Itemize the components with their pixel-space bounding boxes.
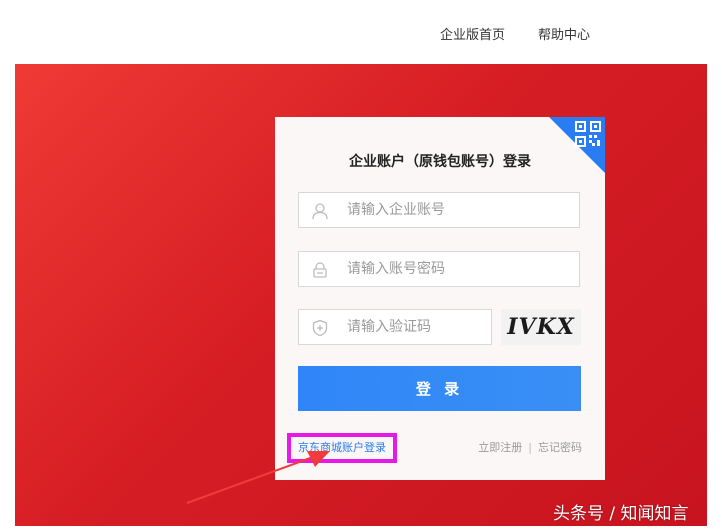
link-separator: | xyxy=(528,441,532,454)
register-link[interactable]: 立即注册 xyxy=(478,441,522,454)
captcha-input[interactable] xyxy=(347,310,482,344)
enterprise-home-link[interactable]: 企业版首页 xyxy=(440,24,505,43)
login-card: 企业账户（原钱包账号）登录 IVKX 登 录 京东商城账户登录 立即注册|忘记密… xyxy=(275,117,605,480)
account-input[interactable] xyxy=(347,193,567,227)
login-button[interactable]: 登 录 xyxy=(298,366,581,411)
lock-icon xyxy=(313,262,327,278)
account-field[interactable] xyxy=(298,192,580,228)
user-icon xyxy=(312,203,328,220)
help-center-link[interactable]: 帮助中心 xyxy=(538,24,590,43)
password-field[interactable] xyxy=(298,251,580,287)
login-title: 企业账户（原钱包账号）登录 xyxy=(349,154,531,170)
forgot-password-link[interactable]: 忘记密码 xyxy=(538,441,582,454)
account-links: 立即注册 | 忘记密码 xyxy=(478,439,582,455)
shield-icon xyxy=(312,319,328,337)
watermark-text: 头条号 / 知闻知言 xyxy=(553,504,689,524)
qr-code-icon xyxy=(575,121,601,147)
captcha-image[interactable]: IVKX xyxy=(501,309,581,345)
top-navigation: 企业版首页 帮助中心 xyxy=(0,0,722,64)
captcha-field[interactable] xyxy=(298,309,492,345)
password-input[interactable] xyxy=(347,252,567,286)
annotation-arrow-icon xyxy=(186,451,330,504)
